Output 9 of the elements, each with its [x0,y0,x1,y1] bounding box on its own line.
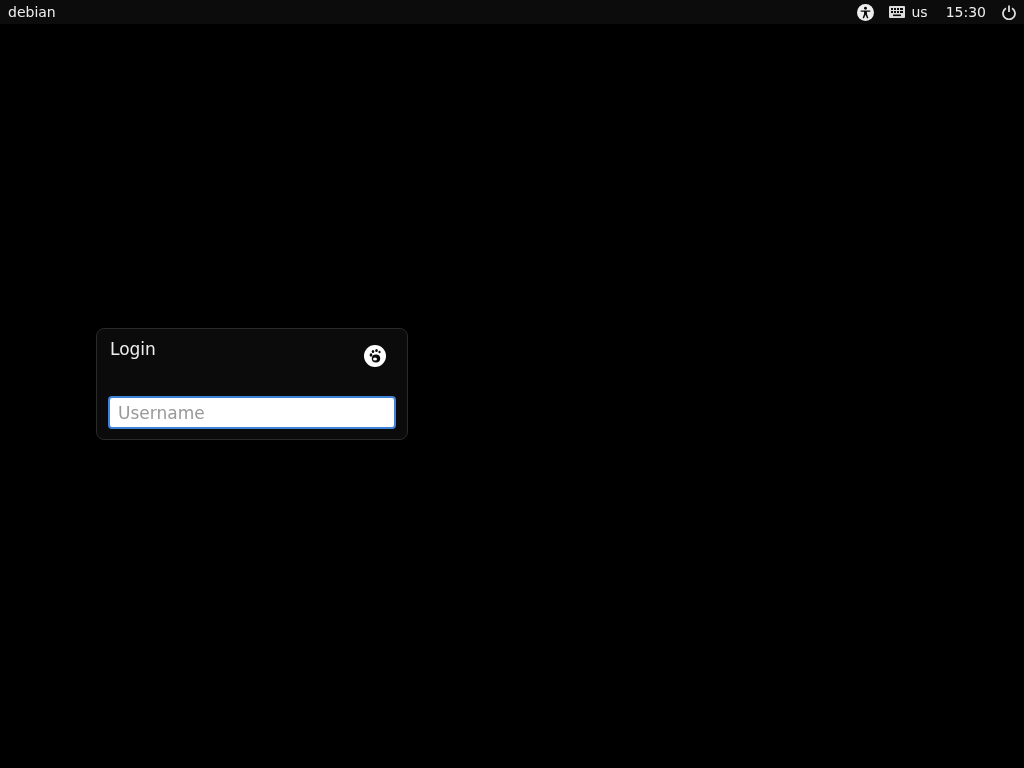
login-title: Login [110,339,156,359]
power-icon[interactable] [1002,4,1016,20]
username-field[interactable]: Username [108,396,396,429]
keyboard-icon[interactable] [889,6,906,18]
accessibility-icon[interactable] [857,3,875,21]
hostname-label: debian [8,5,56,19]
clock[interactable]: 15:30 [945,5,986,19]
foot-icon [364,345,386,367]
keyboard-layout[interactable]: us [911,5,928,19]
